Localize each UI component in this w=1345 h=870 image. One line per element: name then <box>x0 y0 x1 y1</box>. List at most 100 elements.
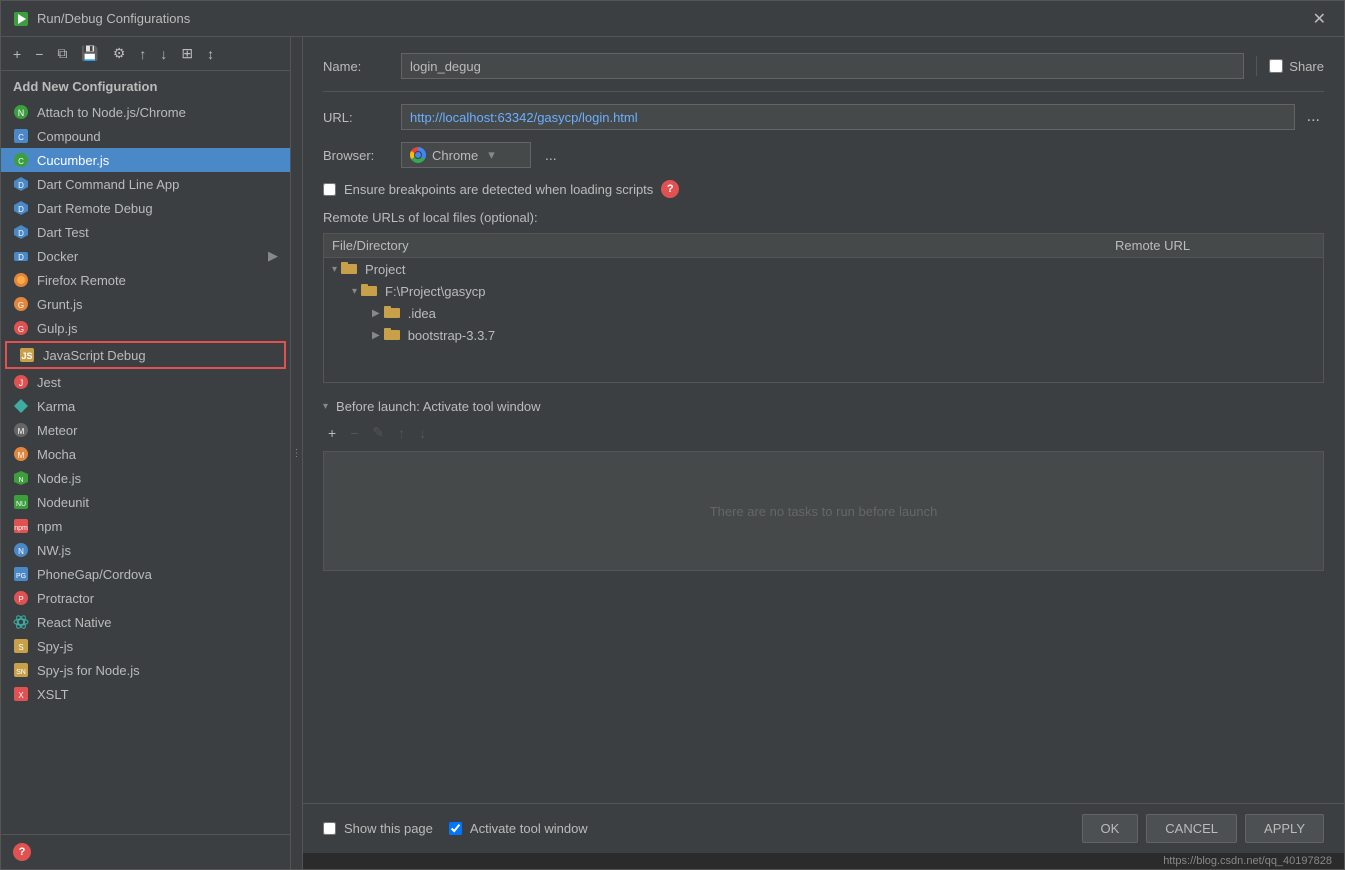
list-item-grunt[interactable]: G Grunt.js <box>1 292 290 316</box>
no-tasks-label: There are no tasks to run before launch <box>710 504 938 519</box>
name-row: Name: Share <box>323 53 1324 79</box>
xslt-label: XSLT <box>37 687 69 702</box>
nodeunit-label: Nodeunit <box>37 495 89 510</box>
list-item-compound[interactable]: C Compound <box>1 124 290 148</box>
bootstrap-folder-icon <box>384 327 400 343</box>
list-item-react-native[interactable]: React Native <box>1 610 290 634</box>
before-launch-remove-button[interactable]: − <box>345 422 363 443</box>
protractor-label: Protractor <box>37 591 94 606</box>
copy-config-button[interactable]: ⧉ <box>53 43 71 64</box>
activate-window-checkbox[interactable] <box>449 822 462 835</box>
svg-text:M: M <box>18 451 25 460</box>
layout-button[interactable]: ⊞ <box>177 43 197 64</box>
help-icon-bottom[interactable]: ? <box>13 843 31 861</box>
title-bar-text: Run/Debug Configurations <box>37 11 190 26</box>
list-item-npm[interactable]: npm npm <box>1 514 290 538</box>
sort-button[interactable]: ↕ <box>203 44 218 64</box>
settings-button[interactable]: ⚙ <box>109 43 130 64</box>
collapse-handle[interactable]: ⋮ <box>291 37 303 869</box>
ensure-breakpoints-checkbox[interactable] <box>323 183 336 196</box>
before-launch-up-button[interactable]: ↑ <box>393 422 410 443</box>
spy-js-node-label: Spy-js for Node.js <box>37 663 140 678</box>
before-launch-header[interactable]: ▾ Before launch: Activate tool window <box>323 399 1324 414</box>
list-item-docker[interactable]: D Docker ▶ <box>1 244 290 268</box>
dart-test-icon: D <box>13 224 29 240</box>
tree-row-idea[interactable]: ▶ .idea <box>364 302 1323 324</box>
name-input[interactable] <box>401 53 1244 79</box>
list-item-dart-remote[interactable]: D Dart Remote Debug <box>1 196 290 220</box>
browser-label: Browser: <box>323 148 393 163</box>
list-item-attach-nodejs[interactable]: N Attach to Node.js/Chrome <box>1 100 290 124</box>
remote-url-col-header: Remote URL <box>1115 238 1315 253</box>
docker-icon: D <box>13 248 29 264</box>
list-item-mocha[interactable]: M Mocha <box>1 442 290 466</box>
move-up-button[interactable]: ↑ <box>135 44 150 64</box>
nodejs-icon: N <box>13 470 29 486</box>
list-item-spy-js-node[interactable]: SN Spy-js for Node.js <box>1 658 290 682</box>
browser-row: Browser: Chrome ▾ ... <box>323 142 1324 168</box>
list-item-nodeunit[interactable]: NU Nodeunit <box>1 490 290 514</box>
remove-config-button[interactable]: − <box>31 44 47 64</box>
url-row: URL: ... <box>323 104 1324 130</box>
list-item-nodejs[interactable]: N Node.js <box>1 466 290 490</box>
list-item-dart-cmd[interactable]: D Dart Command Line App <box>1 172 290 196</box>
list-item-protractor[interactable]: P Protractor <box>1 586 290 610</box>
list-item-karma[interactable]: Karma <box>1 394 290 418</box>
url-input[interactable] <box>401 104 1295 130</box>
karma-icon <box>13 398 29 414</box>
list-item-jsdebug[interactable]: JS JavaScript Debug <box>5 341 286 369</box>
share-area: Share <box>1269 59 1324 74</box>
ok-button[interactable]: OK <box>1082 814 1139 843</box>
list-item-nwjs[interactable]: N NW.js <box>1 538 290 562</box>
list-item-spy-js[interactable]: S Spy-js <box>1 634 290 658</box>
file-tree-area: File/Directory Remote URL ▾ Project ▾ <box>323 233 1324 383</box>
add-config-button[interactable]: + <box>9 44 25 64</box>
before-launch-toolbar: + − ✎ ↑ ↓ <box>323 422 1324 443</box>
before-launch-add-button[interactable]: + <box>323 422 341 443</box>
tree-row-project[interactable]: ▾ Project <box>324 258 1323 280</box>
spy-js-node-icon: SN <box>13 662 29 678</box>
launch-tasks-area: There are no tasks to run before launch <box>323 451 1324 571</box>
close-button[interactable]: ✕ <box>1307 7 1332 31</box>
svg-text:C: C <box>18 133 24 142</box>
before-launch-edit-button[interactable]: ✎ <box>367 422 389 443</box>
config-list: N Attach to Node.js/Chrome C Compound C <box>1 100 290 834</box>
file-tree-header: File/Directory Remote URL <box>324 234 1323 258</box>
url-more-button[interactable]: ... <box>1303 106 1324 128</box>
save-config-button[interactable]: 💾 <box>77 43 102 64</box>
dart-test-label: Dart Test <box>37 225 89 240</box>
list-item-jest[interactable]: J Jest <box>1 370 290 394</box>
before-launch-down-button[interactable]: ↓ <box>414 422 431 443</box>
share-label: Share <box>1289 59 1324 74</box>
dart-cmd-icon: D <box>13 176 29 192</box>
list-item-firefox[interactable]: Firefox Remote <box>1 268 290 292</box>
svg-text:D: D <box>18 205 24 214</box>
cancel-button[interactable]: CANCEL <box>1146 814 1237 843</box>
list-item-gulp[interactable]: G Gulp.js <box>1 316 290 340</box>
tree-row-path[interactable]: ▾ F:\Project\gasycp <box>344 280 1323 302</box>
list-item-cucumberjs[interactable]: C Cucumber.js <box>1 148 290 172</box>
svg-text:NU: NU <box>16 501 26 508</box>
list-item-dart-test[interactable]: D Dart Test <box>1 220 290 244</box>
apply-button[interactable]: APPLY <box>1245 814 1324 843</box>
move-down-button[interactable]: ↓ <box>156 44 171 64</box>
browser-more-button[interactable]: ... <box>539 145 563 165</box>
title-bar-left: Run/Debug Configurations <box>13 11 190 27</box>
show-page-checkbox[interactable] <box>323 822 336 835</box>
list-item-phonegap[interactable]: PG PhoneGap/Cordova <box>1 562 290 586</box>
xslt-icon: X <box>13 686 29 702</box>
share-checkbox[interactable] <box>1269 59 1283 73</box>
help-icon-breakpoints[interactable]: ? <box>661 180 679 198</box>
left-panel: + − ⧉ 💾 ⚙ ↑ ↓ ⊞ ↕ Add New Configuration … <box>1 37 291 869</box>
browser-select[interactable]: Chrome ▾ <box>401 142 531 168</box>
attach-nodejs-label: Attach to Node.js/Chrome <box>37 105 186 120</box>
list-item-meteor[interactable]: M Meteor <box>1 418 290 442</box>
compound-label: Compound <box>37 129 101 144</box>
path-expand-arrow: ▾ <box>352 286 357 297</box>
tree-row-bootstrap[interactable]: ▶ bootstrap-3.3.7 <box>364 324 1323 346</box>
list-item-xslt[interactable]: X XSLT <box>1 682 290 706</box>
main-content: + − ⧉ 💾 ⚙ ↑ ↓ ⊞ ↕ Add New Configuration … <box>1 37 1344 869</box>
svg-text:S: S <box>18 643 23 652</box>
phonegap-icon: PG <box>13 566 29 582</box>
nwjs-icon: N <box>13 542 29 558</box>
